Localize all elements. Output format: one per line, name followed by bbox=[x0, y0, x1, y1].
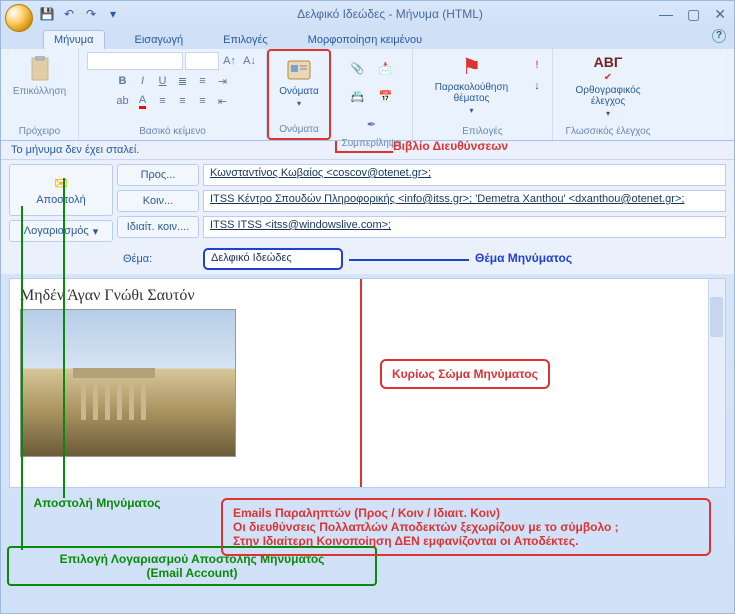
followup-button[interactable]: ⚑ Παρακολούθηση θέματος ▾ bbox=[419, 52, 524, 117]
names-button[interactable]: Ονόματα ▾ bbox=[275, 54, 322, 110]
group-options: ⚑ Παρακολούθηση θέματος ▾ ! ↓ Επιλογές bbox=[413, 49, 553, 140]
group-font: A↑ A↓ B I U ≣ ≡ ⇥ ab A ≡ ≡ ≡ ⇤ Βασικό κε… bbox=[79, 49, 267, 140]
bullets-button[interactable]: ≣ bbox=[174, 72, 192, 90]
shrink-font-icon[interactable]: A↓ bbox=[241, 52, 259, 70]
annotations: Αποστολή Μηνύματος Επιλογή Λογαριασμού Α… bbox=[1, 494, 734, 612]
align-center-button[interactable]: ≡ bbox=[174, 92, 192, 110]
font-family-combo[interactable] bbox=[87, 52, 183, 70]
outdent-button[interactable]: ⇤ bbox=[214, 92, 232, 110]
message-body[interactable]: Μηδέν Άγαν Γνώθι Σαυτόν Κυρίως Σώμα Μηνύ… bbox=[9, 278, 726, 488]
quick-access-toolbar: 💾 ↶ ↷ ▾ bbox=[39, 6, 121, 22]
group-clipboard: Επικόλληση Πρόχειρο bbox=[1, 49, 79, 140]
importance-low-icon[interactable]: ↓ bbox=[528, 77, 546, 95]
minimize-button[interactable]: — bbox=[659, 6, 673, 23]
indent-button[interactable]: ⇥ bbox=[214, 72, 232, 90]
redo-icon[interactable]: ↷ bbox=[83, 6, 99, 22]
qat-dropdown-icon[interactable]: ▾ bbox=[105, 6, 121, 22]
subject-field[interactable]: Δελφικό Ιδεώδες bbox=[203, 248, 343, 270]
office-button[interactable] bbox=[5, 4, 33, 32]
italic-button[interactable]: I bbox=[134, 72, 152, 90]
undo-icon[interactable]: ↶ bbox=[61, 6, 77, 22]
envelope-icon: ✉ bbox=[54, 174, 67, 194]
paste-button[interactable]: Επικόλληση bbox=[9, 52, 70, 99]
grow-font-icon[interactable]: A↑ bbox=[221, 52, 239, 70]
calendar-icon[interactable]: 📅 bbox=[374, 84, 398, 108]
highlight-button[interactable]: ab bbox=[114, 92, 132, 110]
maximize-button[interactable]: ▢ bbox=[687, 6, 700, 23]
group-names: Ονόματα ▾ Ονόματα bbox=[267, 49, 331, 140]
to-field[interactable]: Κωνσταντίνος Κωβαίος <coscov@otenet.gr>; bbox=[203, 164, 726, 186]
help-icon[interactable]: ? bbox=[712, 29, 726, 43]
spellcheck-button[interactable]: ΑΒΓ ✔ Ορθογραφικός έλεγχος ▾ bbox=[559, 52, 657, 120]
body-heading: Μηδέν Άγαν Γνώθι Σαυτόν bbox=[10, 279, 725, 309]
account-button[interactable]: Λογαριασμός▾ bbox=[9, 220, 113, 242]
subject-label: Θέμα: bbox=[117, 253, 199, 265]
to-button[interactable]: Προς... bbox=[117, 164, 199, 186]
flag-icon: ⚑ bbox=[462, 54, 482, 80]
font-color-button[interactable]: A bbox=[134, 92, 152, 110]
business-card-icon[interactable]: 📇 bbox=[346, 84, 370, 108]
signature-icon[interactable]: ✒ bbox=[360, 112, 384, 136]
ribbon-tabs: Μήνυμα Εισαγωγή Επιλογές Μορφοποίηση κει… bbox=[1, 27, 734, 49]
attach-file-icon[interactable]: 📎 bbox=[346, 56, 370, 80]
underline-button[interactable]: U bbox=[154, 72, 172, 90]
align-right-button[interactable]: ≡ bbox=[194, 92, 212, 110]
cc-field[interactable]: ITSS Κέντρο Σπουδών Πληροφορικής <info@i… bbox=[203, 190, 726, 212]
send-button[interactable]: ✉ Αποστολή bbox=[9, 164, 113, 216]
numbering-button[interactable]: ≡ bbox=[194, 72, 212, 90]
tab-message[interactable]: Μήνυμα bbox=[43, 30, 105, 49]
bcc-button[interactable]: Ιδιαίτ. κοιν.... bbox=[117, 216, 199, 238]
window-title: Δελφικό Ιδεώδες - Μήνυμα (HTML) bbox=[121, 7, 659, 21]
save-icon[interactable]: 💾 bbox=[39, 6, 55, 22]
callout-recipients: Emails Παραληπτών (Προς / Κοιν / Ιδιαιτ.… bbox=[221, 498, 711, 556]
tab-insert[interactable]: Εισαγωγή bbox=[125, 31, 194, 49]
callout-send: Αποστολή Μηνύματος bbox=[7, 496, 187, 510]
tab-options[interactable]: Επιλογές bbox=[213, 31, 278, 49]
font-size-combo[interactable] bbox=[185, 52, 219, 70]
callout-subject: Θέμα Μηνύματος bbox=[475, 251, 572, 265]
attach-item-icon[interactable]: 📩 bbox=[374, 56, 398, 80]
close-button[interactable]: ✕ bbox=[714, 6, 726, 23]
vertical-scrollbar[interactable] bbox=[708, 279, 725, 487]
titlebar: 💾 ↶ ↷ ▾ Δελφικό Ιδεώδες - Μήνυμα (HTML) … bbox=[1, 1, 734, 27]
cc-button[interactable]: Κοιν... bbox=[117, 190, 199, 212]
callout-body: Κυρίως Σώμα Μηνύματος bbox=[380, 359, 550, 389]
group-proofing: ΑΒΓ ✔ Ορθογραφικός έλεγχος ▾ Γλωσσικός έ… bbox=[553, 49, 663, 140]
callout-addressbook: Βιβλίο Διευθύνσεων bbox=[393, 139, 508, 153]
tab-format[interactable]: Μορφοποίηση κειμένου bbox=[298, 31, 432, 49]
ribbon: Επικόλληση Πρόχειρο A↑ A↓ B I U ≣ ≡ ⇥ ab… bbox=[1, 49, 734, 141]
bold-button[interactable]: B bbox=[114, 72, 132, 90]
group-include: 📎 📩 📇 📅 ✒ Συμπερίληψη bbox=[331, 49, 413, 140]
importance-high-icon[interactable]: ! bbox=[528, 56, 546, 74]
align-left-button[interactable]: ≡ bbox=[154, 92, 172, 110]
bcc-field[interactable]: ITSS ITSS <itss@windowslive.com>; bbox=[203, 216, 726, 238]
body-image bbox=[20, 309, 236, 457]
compose-header: ✉ Αποστολή Λογαριασμός▾ Προς... Κωνσταντ… bbox=[1, 160, 734, 244]
outlook-compose-window: 💾 ↶ ↷ ▾ Δελφικό Ιδεώδες - Μήνυμα (HTML) … bbox=[0, 0, 735, 614]
